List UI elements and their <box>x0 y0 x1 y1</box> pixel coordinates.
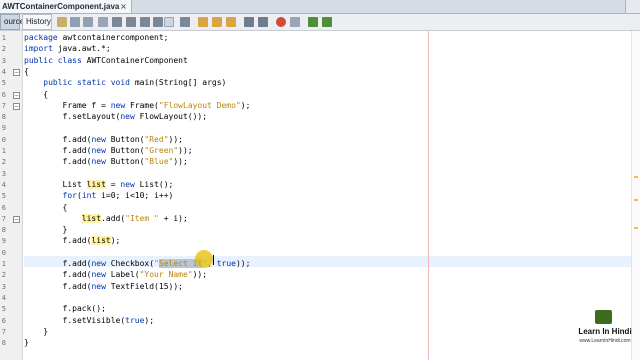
line-number: 6 <box>1 203 6 212</box>
code-line[interactable]: package awtcontainercomponent; <box>24 32 169 43</box>
toggle-search-icon[interactable] <box>153 17 163 27</box>
fold-toggle-icon[interactable]: − <box>13 68 20 76</box>
code-line[interactable]: public static void main(String[] args) <box>24 77 226 88</box>
code-line[interactable]: f.add(new Button("Red")); <box>24 134 183 145</box>
line-number: 4 <box>1 293 6 302</box>
code-line[interactable]: } <box>24 326 48 337</box>
start-macro-icon[interactable] <box>276 17 286 27</box>
code-line[interactable]: f.setVisible(true); <box>24 315 155 326</box>
line-number: 5 <box>1 305 6 314</box>
line-number: 6 <box>1 90 6 99</box>
line-number: 3 <box>1 282 6 291</box>
code-line[interactable]: { <box>24 66 29 77</box>
fold-toggle-icon[interactable]: − <box>13 102 20 110</box>
previous-bookmark-icon[interactable] <box>198 17 208 27</box>
channel-logo: Learn In Hindi www.LearnInHindi.com <box>570 310 640 360</box>
code-line[interactable]: f.setLayout(new FlowLayout()); <box>24 111 208 122</box>
code-line[interactable]: f.add(new TextField(15)); <box>24 281 183 292</box>
toggle-highlight-icon[interactable] <box>164 17 174 27</box>
back-icon[interactable] <box>70 17 80 27</box>
line-number: 7 <box>1 101 6 110</box>
editor-tab-strip: AWTContainerComponent.java × <box>0 0 640 14</box>
line-number: 6 <box>1 316 6 325</box>
code-line[interactable]: Frame f = new Frame("FlowLayout Demo"); <box>24 100 251 111</box>
line-number: 3 <box>1 169 6 178</box>
find-selection-icon[interactable] <box>112 17 122 27</box>
mouse-cursor-highlight <box>195 250 213 268</box>
line-number: 1 <box>1 147 6 155</box>
line-number: 0 <box>1 248 6 257</box>
toggle-bookmark-icon[interactable] <box>226 17 236 27</box>
history-tab[interactable]: History <box>22 14 52 30</box>
line-number: 2 <box>1 158 6 167</box>
code-line[interactable]: f.pack(); <box>24 303 106 314</box>
code-line[interactable]: import java.awt.*; <box>24 43 111 54</box>
code-line[interactable]: f.add(new Button("Blue")); <box>24 156 188 167</box>
logo-title: Learn In Hindi <box>578 327 632 336</box>
next-bookmark-icon[interactable] <box>212 17 222 27</box>
line-number-gutter[interactable]: 1 2 3 4−5 6−7−8 9 0 1 2 3 4 5 6 7−8 9 0 1 2 3 4 5 6 7 8 <box>0 31 23 360</box>
forward-icon[interactable] <box>83 17 93 27</box>
line-number: 5 <box>1 192 6 201</box>
code-line[interactable]: { <box>24 202 68 213</box>
line-number: 1 <box>1 34 6 42</box>
text-caret <box>213 255 214 265</box>
code-line[interactable]: public class AWTContainerComponent <box>24 55 188 66</box>
code-line[interactable]: for(int i=0; i<10; i++) <box>24 190 174 201</box>
logo-url: www.LearnInHindi.com <box>579 338 631 344</box>
comment-icon[interactable] <box>308 17 318 27</box>
rectangular-selection-icon[interactable] <box>180 17 190 27</box>
last-edit-icon[interactable] <box>57 17 67 27</box>
line-number: 7 <box>1 214 6 223</box>
occurrence-mark[interactable] <box>634 227 638 229</box>
line-number: 3 <box>1 56 6 65</box>
line-number: 5 <box>1 79 6 88</box>
code-editor[interactable]: package awtcontainercomponent; import jav… <box>24 31 640 360</box>
fold-toggle-icon[interactable]: − <box>13 215 20 223</box>
line-number: 8 <box>1 113 6 122</box>
fold-toggle-icon[interactable]: − <box>13 91 20 99</box>
line-number: 2 <box>1 271 6 280</box>
dropdown-icon[interactable] <box>98 17 108 27</box>
line-number: 4 <box>1 180 6 189</box>
occurrence-mark[interactable] <box>634 199 638 201</box>
occurrence-mark[interactable] <box>634 176 638 178</box>
code-line[interactable]: } <box>24 337 29 348</box>
shift-right-icon[interactable] <box>258 17 268 27</box>
close-icon[interactable]: × <box>119 2 128 11</box>
code-line[interactable]: f.add(new Button("Green")); <box>24 145 193 156</box>
code-line[interactable]: list.add("Item " + i); <box>24 213 188 224</box>
source-tab[interactable]: ource <box>0 14 24 30</box>
code-line[interactable]: } <box>24 224 68 235</box>
uncomment-icon[interactable] <box>322 17 332 27</box>
tab-list-dropdown[interactable] <box>625 0 640 13</box>
line-number: 0 <box>1 135 6 144</box>
right-margin-guide <box>428 31 429 360</box>
editor-toolbar: ource History <box>0 14 640 31</box>
code-line[interactable]: f.add(new Checkbox("Select it", true)); <box>24 258 250 269</box>
line-number: 9 <box>1 237 6 246</box>
editor-tab-title: AWTContainerComponent.java <box>2 2 120 11</box>
line-number: 7 <box>1 327 6 336</box>
line-number: 1 <box>1 260 6 268</box>
editor-tab-awtcontainercomponent[interactable]: AWTContainerComponent.java × <box>0 0 132 13</box>
line-number: 4 <box>1 67 6 76</box>
line-number: 8 <box>1 226 6 235</box>
line-number: 2 <box>1 45 6 54</box>
line-number: 9 <box>1 124 6 133</box>
code-line[interactable]: f.add(new Label("Your Name")); <box>24 269 208 280</box>
code-line[interactable]: f.add(list); <box>24 235 120 246</box>
board-icon <box>595 310 612 324</box>
shift-left-icon[interactable] <box>244 17 254 27</box>
code-line[interactable]: List list = new List(); <box>24 179 173 190</box>
code-line[interactable]: { <box>24 89 48 100</box>
line-number: 8 <box>1 339 6 348</box>
find-previous-icon[interactable] <box>126 17 136 27</box>
stop-macro-icon[interactable] <box>290 17 300 27</box>
find-next-icon[interactable] <box>140 17 150 27</box>
